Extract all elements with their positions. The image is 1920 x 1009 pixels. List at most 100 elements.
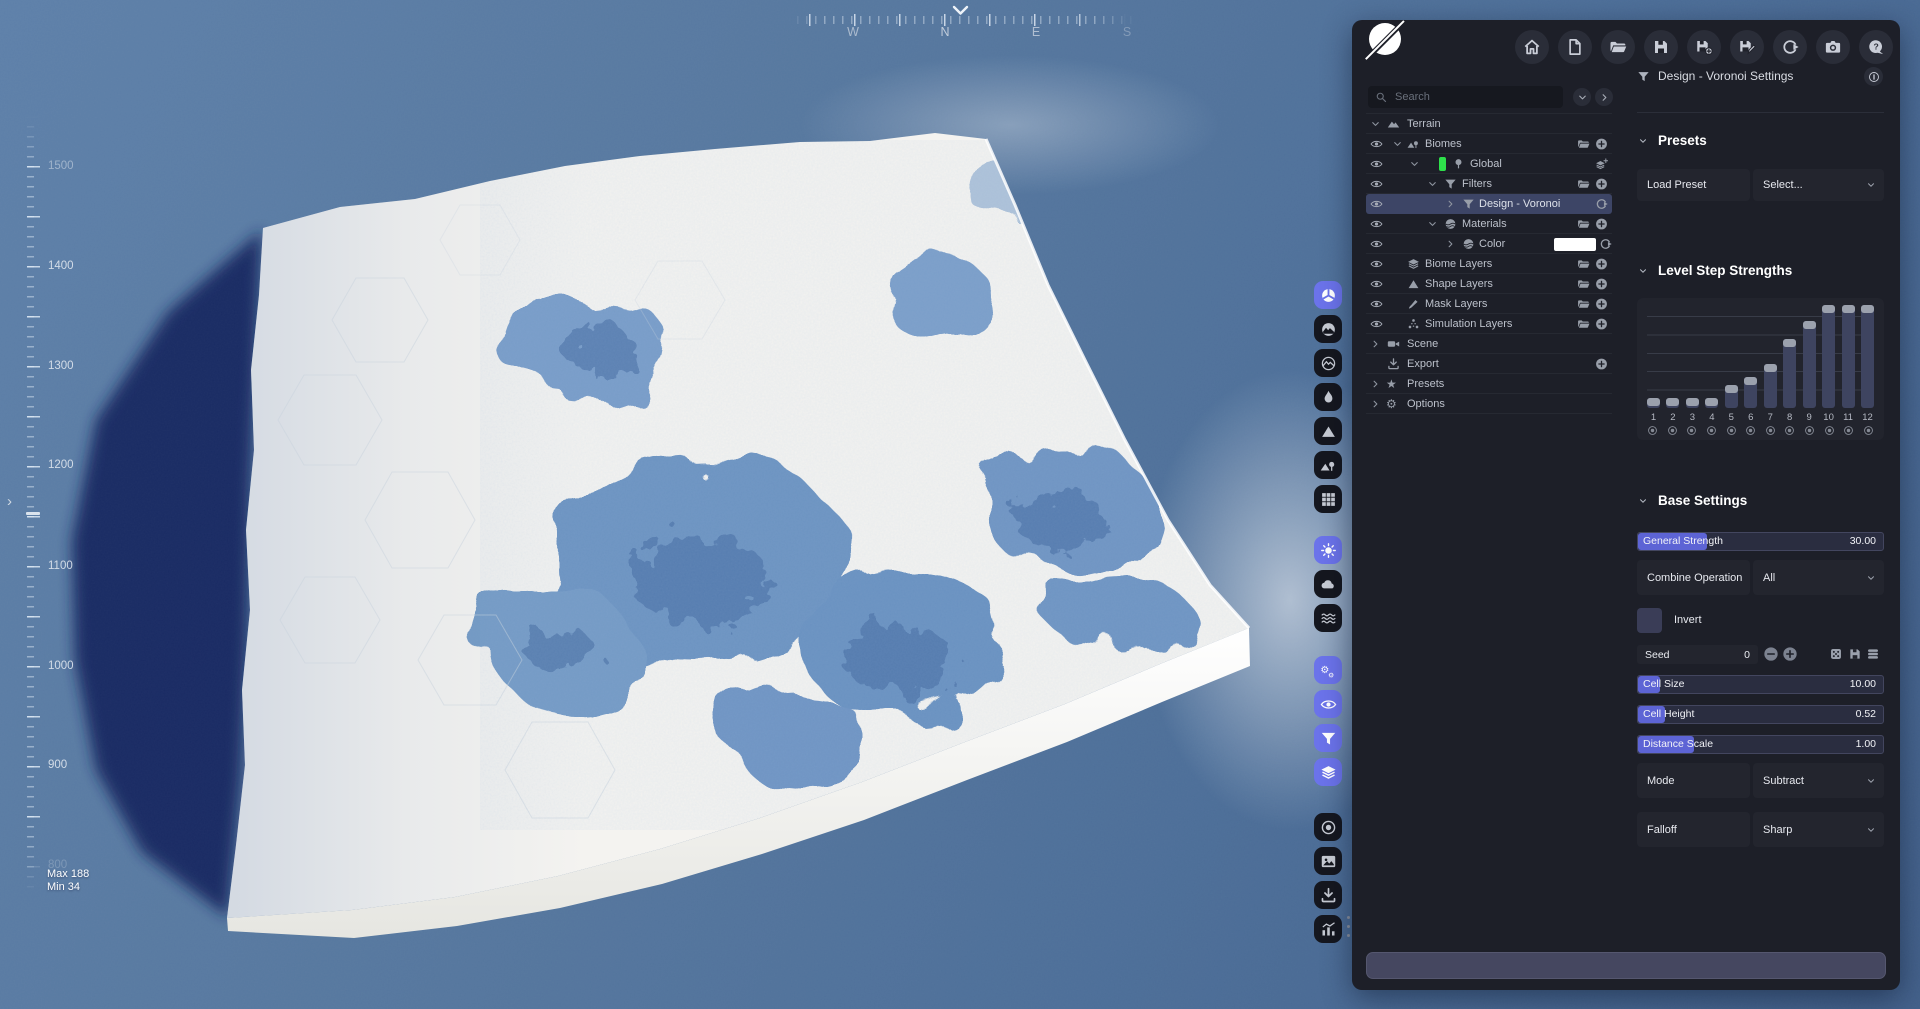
chevron-down-icon[interactable] (1638, 266, 1648, 276)
sync-icon[interactable] (1595, 197, 1608, 210)
level-bar-3[interactable] (1686, 398, 1699, 408)
chevron-right-icon[interactable] (1370, 378, 1381, 389)
randomize-dice-icon[interactable] (1829, 647, 1843, 661)
panel-resize-grip[interactable] (1347, 925, 1350, 928)
add-icon[interactable] (1595, 257, 1608, 270)
filters-button[interactable] (1314, 724, 1342, 752)
level-bar-8[interactable] (1783, 339, 1796, 408)
add-icon[interactable] (1595, 177, 1608, 190)
global-color-swatch[interactable] (1439, 157, 1446, 171)
add-icon[interactable] (1595, 357, 1608, 370)
new-file-button[interactable] (1558, 30, 1592, 64)
chevron-down-icon[interactable] (1370, 118, 1381, 129)
chevron-down-icon[interactable] (1427, 178, 1438, 189)
app-logo[interactable] (1369, 23, 1401, 55)
level-steps-section-header[interactable]: Level Step Strengths (1658, 263, 1792, 278)
tree-row-filters[interactable]: Filters (1366, 174, 1612, 194)
eye-icon[interactable] (1370, 297, 1383, 310)
tree-row-materials[interactable]: Materials (1366, 214, 1612, 234)
help-button[interactable] (1859, 30, 1893, 64)
planet-heightfield-button[interactable] (1314, 315, 1342, 343)
cell-height-slider[interactable]: Cell Height 0.52 (1637, 705, 1884, 724)
falloff-dropdown[interactable]: Sharp (1753, 812, 1884, 847)
tree-row-shape-layers[interactable]: Shape Layers (1366, 274, 1612, 294)
visibility-button[interactable] (1314, 690, 1342, 718)
level-eye-icon[interactable] (1804, 425, 1815, 436)
panel-resize-grip[interactable] (1347, 916, 1350, 919)
general-strength-value[interactable]: 30.00 (1850, 533, 1876, 550)
biome-objects-button[interactable] (1314, 451, 1342, 479)
save-seed-icon[interactable] (1848, 647, 1862, 661)
eye-icon[interactable] (1370, 177, 1383, 190)
chevron-down-icon[interactable] (1427, 218, 1438, 229)
level-bar-1[interactable] (1647, 398, 1660, 408)
folder-icon[interactable] (1577, 177, 1590, 190)
level-bar-10[interactable] (1822, 305, 1835, 408)
search-next-button[interactable] (1595, 88, 1613, 106)
chevron-right-icon[interactable] (1445, 238, 1456, 249)
level-bar-5[interactable] (1725, 385, 1738, 408)
sun-light-button[interactable] (1314, 536, 1342, 564)
sync-icon[interactable] (1599, 237, 1612, 250)
tree-row-export[interactable]: Export (1366, 354, 1612, 374)
mode-dropdown[interactable]: Subtract (1753, 763, 1884, 798)
add-icon[interactable] (1595, 317, 1608, 330)
folder-icon[interactable] (1577, 257, 1590, 270)
save-new-version-button[interactable] (1687, 30, 1721, 64)
load-preset-dropdown[interactable]: Select... (1753, 169, 1884, 201)
chevron-right-icon[interactable] (1370, 398, 1381, 409)
tree-row-mask-layers[interactable]: Mask Layers (1366, 294, 1612, 314)
erosion-button[interactable] (1314, 383, 1342, 411)
color-swatch[interactable] (1554, 238, 1596, 251)
tree-row-biome-layers[interactable]: Biome Layers (1366, 254, 1612, 274)
tree-row-simulation-layers[interactable]: Simulation Layers (1366, 314, 1612, 334)
add-icon[interactable] (1595, 277, 1608, 290)
water-button[interactable] (1314, 604, 1342, 632)
grid-view-button[interactable] (1314, 485, 1342, 513)
distance-scale-slider[interactable]: Distance Scale 1.00 (1637, 735, 1884, 754)
general-strength-slider[interactable]: General Strength 30.00 (1637, 532, 1884, 551)
level-eye-icon[interactable] (1765, 425, 1776, 436)
level-bar-12[interactable] (1861, 305, 1874, 408)
search-prev-button[interactable] (1573, 88, 1591, 106)
level-eye-icon[interactable] (1667, 425, 1678, 436)
level-eye-icon[interactable] (1843, 425, 1854, 436)
pin-settings-button[interactable] (1864, 67, 1883, 86)
level-eye-icon[interactable] (1686, 425, 1697, 436)
chevron-down-icon[interactable] (1638, 136, 1648, 146)
folder-icon[interactable] (1577, 297, 1590, 310)
add-icon[interactable] (1595, 297, 1608, 310)
tree-row-design-voronoi[interactable]: Design - Voronoi (1366, 194, 1612, 214)
expand-panel-chevron-icon[interactable]: › (7, 494, 12, 509)
level-eye-icon[interactable] (1647, 425, 1658, 436)
seed-field[interactable]: Seed 0 (1637, 645, 1758, 664)
level-eye-icon[interactable] (1706, 425, 1717, 436)
planet-wireframe-button[interactable] (1314, 349, 1342, 377)
level-eye-icon[interactable] (1863, 425, 1874, 436)
auto-process-button[interactable] (1314, 656, 1342, 684)
distance-scale-value[interactable]: 1.00 (1856, 736, 1876, 753)
export-button-side[interactable] (1314, 881, 1342, 909)
eye-icon[interactable] (1370, 137, 1383, 150)
level-eye-icon[interactable] (1784, 425, 1795, 436)
chevron-down-icon[interactable] (1638, 496, 1648, 506)
save-as-button[interactable] (1730, 30, 1764, 64)
record-button[interactable] (1314, 813, 1342, 841)
level-bar-2[interactable] (1666, 398, 1679, 408)
layers-button[interactable] (1314, 758, 1342, 786)
open-project-button[interactable] (1601, 30, 1635, 64)
level-bar-11[interactable] (1842, 305, 1855, 408)
add-icon[interactable] (1595, 217, 1608, 230)
screenshot-button[interactable] (1816, 30, 1850, 64)
level-eye-icon[interactable] (1726, 425, 1737, 436)
level-bar-7[interactable] (1764, 364, 1777, 408)
chevron-down-icon[interactable] (1409, 158, 1420, 169)
level-bar-6[interactable] (1744, 377, 1757, 408)
tree-row-terrain[interactable]: Terrain (1366, 114, 1612, 134)
snapshot-button[interactable] (1314, 847, 1342, 875)
sphere-view-button[interactable] (1314, 281, 1342, 309)
reload-button[interactable] (1773, 30, 1807, 64)
combine-operation-dropdown[interactable]: All (1753, 560, 1884, 595)
seed-decrement-button[interactable] (1763, 646, 1779, 662)
search-field[interactable] (1368, 86, 1563, 108)
